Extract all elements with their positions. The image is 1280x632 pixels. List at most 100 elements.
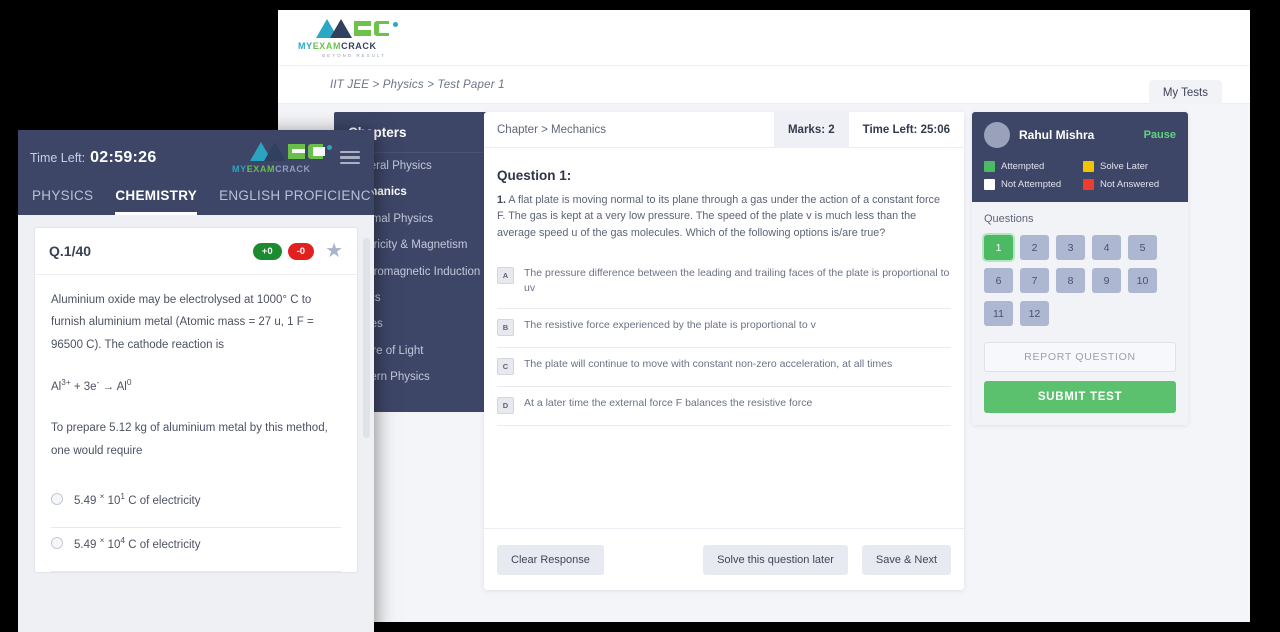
mobile-option-1-times: × — [99, 491, 105, 501]
question-chapter-label: Chapter > Mechanics — [497, 123, 606, 136]
mobile-option-2-times: × — [99, 535, 105, 545]
clear-response-button[interactable]: Clear Response — [497, 544, 604, 575]
option-c[interactable]: C The plate will continue to move with c… — [497, 348, 951, 387]
mobile-option-1-radio[interactable] — [51, 493, 63, 506]
star-icon[interactable]: ★ — [325, 241, 343, 261]
option-d[interactable]: D At a later time the external force F b… — [497, 387, 951, 426]
question-body: A flat plate is moving normal to its pla… — [497, 194, 940, 239]
desktop-body: Chapters General Physics Mechanics Therm… — [278, 104, 1250, 622]
option-b-text: The resistive force experienced by the p… — [524, 318, 816, 331]
option-d-badge: D — [497, 396, 514, 414]
question-box-8[interactable]: 8 — [1056, 268, 1085, 293]
mobile-option-1-unit: C of electricity — [128, 494, 201, 507]
legend-attempted: Attempted — [984, 161, 1077, 172]
question-box-2[interactable]: 2 — [1020, 235, 1049, 260]
brand-word-my: MY — [298, 41, 313, 51]
my-tests-button[interactable]: My Tests — [1148, 80, 1222, 106]
question-box-6[interactable]: 6 — [984, 268, 1013, 293]
mobile-option-2-unit: C of electricity — [128, 538, 201, 551]
mobile-brand-logo: MYEXAMCRACK — [232, 141, 332, 174]
user-name: Rahul Mishra — [1019, 128, 1095, 142]
mobile-options: 5.49 × 101 C of electricity 5.49 × 104 C — [51, 484, 341, 572]
hamburger-icon[interactable] — [340, 148, 360, 168]
mobile-option-1[interactable]: 5.49 × 101 C of electricity — [51, 484, 341, 528]
mobile-timer-row: Time Left: 02:59:26 MYEXAMCRACK — [30, 141, 362, 174]
legend-attempted-label: Attempted — [1001, 161, 1045, 172]
mobile-time-label: Time Left: — [30, 150, 86, 165]
mobile-option-2[interactable]: 5.49 × 104 C of electricity — [51, 528, 341, 572]
mobile-question-card: Q.1/40 +0 -0 ★ Aluminium oxide may be el… — [34, 227, 358, 573]
brand-word-crack: CRACK — [341, 41, 377, 51]
question-options: A The pressure difference between the le… — [484, 257, 964, 426]
equation-mid-sup: - — [96, 378, 100, 388]
mobile-option-1-text: 5.49 × 101 C of electricity — [74, 492, 200, 507]
mobile-question-number: Q.1/40 — [49, 243, 92, 259]
legend-not-answered-label: Not Answered — [1100, 179, 1160, 190]
mobile-brand-wordmark: MYEXAMCRACK — [232, 164, 328, 174]
status-panel: Rahul Mishra Pause Attempted Solve Later — [972, 112, 1188, 425]
option-a[interactable]: A The pressure difference between the le… — [497, 257, 951, 309]
positive-marks-badge: +0 — [252, 242, 282, 260]
report-question-button[interactable]: REPORT QUESTION — [984, 342, 1176, 372]
mobile-time-value: 02:59:26 — [90, 148, 157, 166]
legend-solve-later: Solve Later — [1083, 161, 1176, 172]
desktop-topbar: MYEXAMCRACK BEYOND RESULT — [278, 10, 1250, 66]
save-next-button[interactable]: Save & Next — [861, 544, 951, 575]
negative-marks-badge: -0 — [287, 242, 315, 260]
mobile-question-text: Aluminium oxide may be electrolysed at 1… — [51, 294, 314, 351]
option-c-badge: C — [497, 357, 514, 375]
option-a-text: The pressure difference between the lead… — [524, 267, 950, 295]
tab-physics[interactable]: PHYSICS — [32, 188, 93, 215]
avatar — [984, 122, 1010, 148]
legend-attempted-swatch — [984, 161, 995, 172]
question-marks: Marks: 2 — [773, 112, 849, 147]
option-d-text: At a later time the external force F bal… — [524, 396, 813, 409]
equation-lhs: Al — [51, 381, 62, 394]
legend-solve-later-label: Solve Later — [1100, 161, 1149, 172]
question-box-11[interactable]: 11 — [984, 301, 1013, 326]
legend-not-attempted-label: Not Attempted — [1001, 179, 1062, 190]
tab-english-proficiency[interactable]: ENGLISH PROFICIENCY — [219, 188, 374, 215]
question-box-10[interactable]: 10 — [1128, 268, 1157, 293]
questions-title: Questions — [984, 213, 1034, 225]
option-b[interactable]: B The resistive force experienced by the… — [497, 309, 951, 348]
mobile-subject-tabs: PHYSICS CHEMISTRY ENGLISH PROFICIENCY — [30, 174, 374, 215]
mobile-card-header: Q.1/40 +0 -0 ★ — [35, 228, 357, 275]
solve-later-button[interactable]: Solve this question later — [703, 544, 848, 575]
question-card-header: Chapter > Mechanics Marks: 2 Time Left: … — [484, 112, 964, 148]
footer-right-actions: Solve this question later Save & Next — [703, 544, 951, 575]
mobile-question-subtext: To prepare 5.12 kg of aluminium metal by… — [51, 422, 328, 457]
brand-wordmark: MYEXAMCRACK — [298, 41, 410, 51]
question-card: Chapter > Mechanics Marks: 2 Time Left: … — [484, 112, 964, 590]
mobile-option-2-radio[interactable] — [51, 537, 63, 550]
question-box-12[interactable]: 12 — [1020, 301, 1049, 326]
panel-actions: REPORT QUESTION SUBMIT TEST — [972, 342, 1188, 425]
question-box-9[interactable]: 9 — [1092, 268, 1121, 293]
mec-monogram-icon — [298, 18, 410, 40]
question-time-left: Time Left: 25:06 — [848, 112, 964, 147]
equation-lhs-sup: 3+ — [61, 378, 71, 388]
question-box-7[interactable]: 7 — [1020, 268, 1049, 293]
question-text: 1. A flat plate is moving normal to its … — [484, 192, 964, 241]
legend-not-attempted: Not Attempted — [984, 179, 1077, 190]
question-box-1[interactable]: 1 — [984, 235, 1013, 260]
question-box-3[interactable]: 3 — [1056, 235, 1085, 260]
question-box-4[interactable]: 4 — [1092, 235, 1121, 260]
breadcrumb: IIT JEE > Physics > Test Paper 1 — [330, 78, 505, 91]
equation-rhs-sup: 0 — [126, 378, 132, 388]
mobile-brand-word-my: MY — [232, 164, 247, 174]
tab-chemistry[interactable]: CHEMISTRY — [115, 188, 198, 215]
question-grid: 1 2 3 4 5 6 7 8 9 10 11 12 — [984, 235, 1176, 326]
pause-button[interactable]: Pause — [1144, 129, 1176, 141]
question-title: Question 1: — [497, 168, 572, 183]
mobile-option-2-value: 5.49 — [74, 538, 97, 551]
question-navigator: Questions 1 2 3 4 5 6 7 8 9 10 11 12 — [972, 202, 1188, 342]
equation-rhs: Al — [116, 381, 127, 394]
mobile-overlay: Time Left: 02:59:26 MYEXAMCRACK PHYSICS — [18, 130, 374, 632]
submit-test-button[interactable]: SUBMIT TEST — [984, 381, 1176, 413]
question-box-5[interactable]: 5 — [1128, 235, 1157, 260]
mobile-option-1-exp: 1 — [120, 491, 126, 501]
mobile-scrollbar[interactable] — [363, 238, 370, 438]
screenshot-stage: MYEXAMCRACK BEYOND RESULT IIT JEE > Phys… — [0, 0, 1280, 632]
brand-logo: MYEXAMCRACK BEYOND RESULT — [298, 18, 410, 58]
